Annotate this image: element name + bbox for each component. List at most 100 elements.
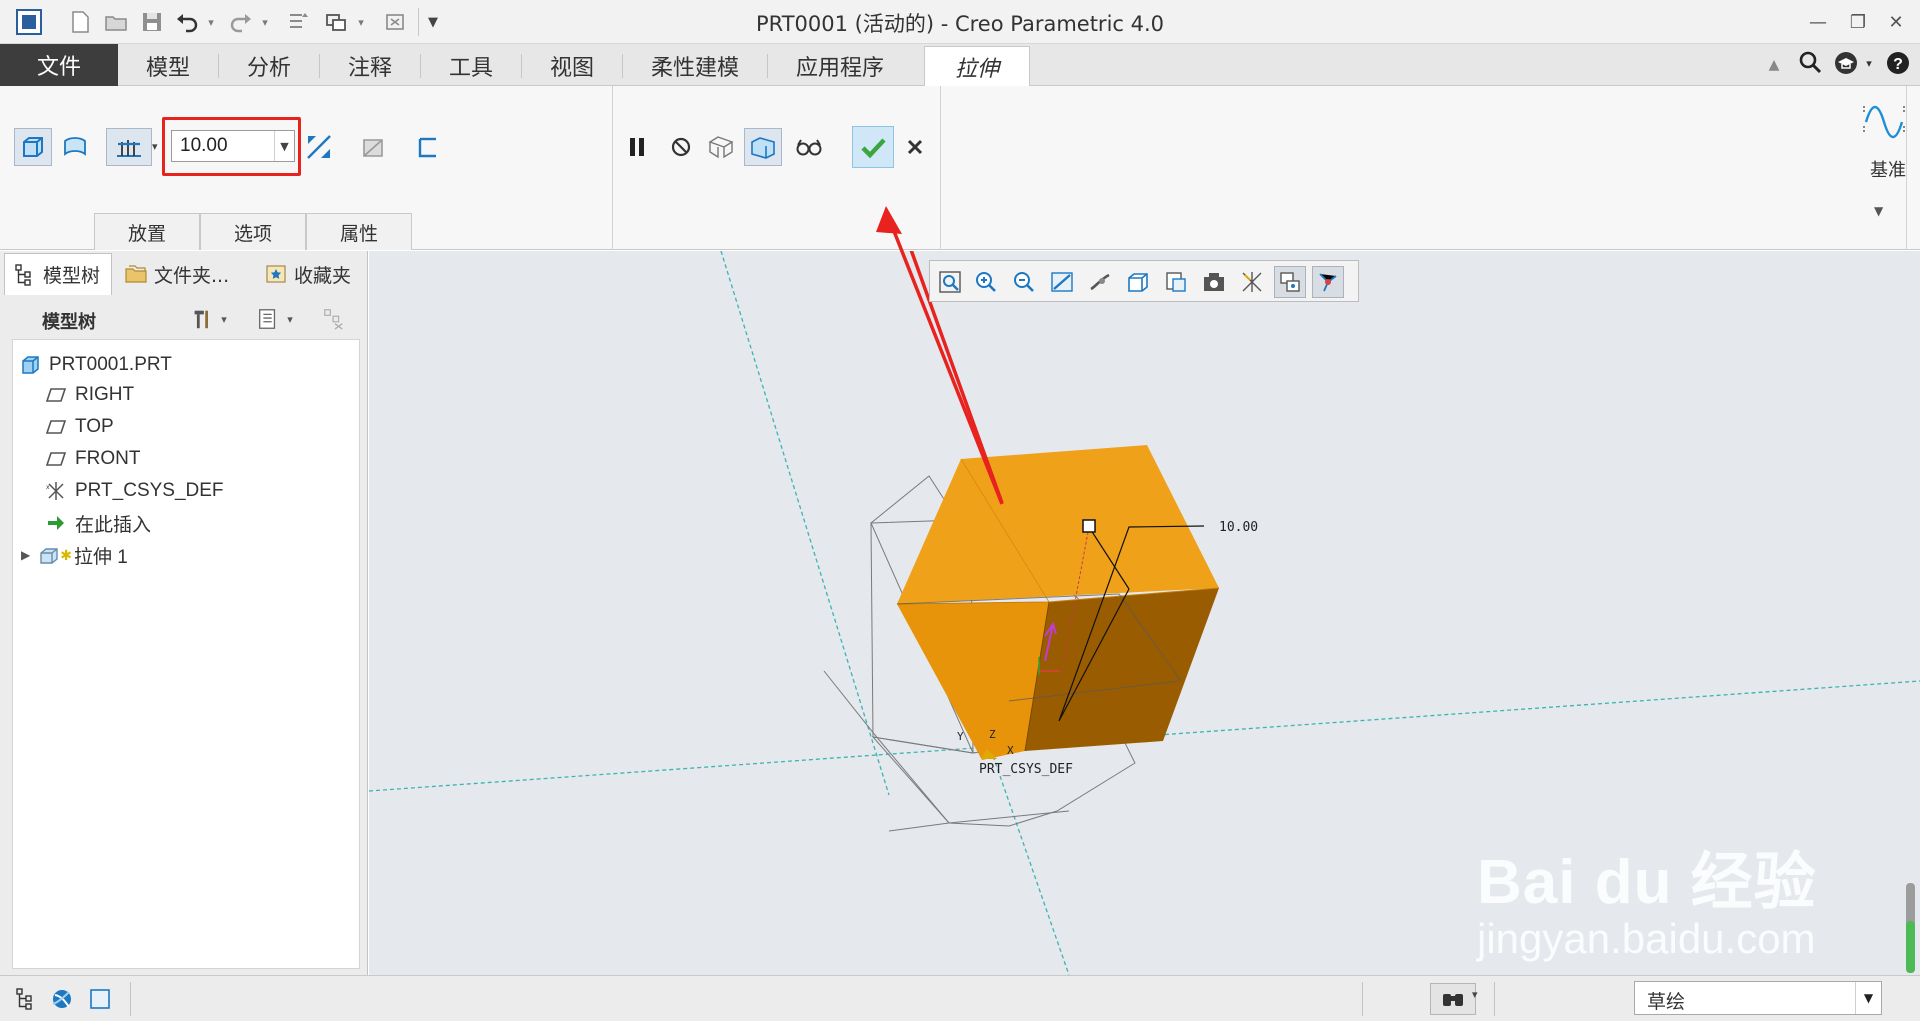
tab-extrude[interactable]: 拉伸 — [924, 46, 1030, 87]
tab-model[interactable]: 模型 — [118, 46, 218, 86]
datum-plane-icon — [45, 388, 67, 402]
annotation-arrow-head — [876, 206, 1004, 505]
restore-button[interactable]: ❐ — [1838, 6, 1878, 38]
tab-model-tree[interactable]: 模型树 — [4, 253, 112, 295]
axis-y-label: Y — [957, 730, 964, 743]
view-manager-icon[interactable] — [1198, 266, 1230, 298]
learning-connector-icon[interactable] — [1830, 48, 1862, 78]
zoom-out-icon[interactable] — [1008, 266, 1040, 298]
watermark-url: jingyan.baidu.com — [1477, 915, 1816, 962]
datum-dropdown-icon[interactable]: ▼ — [1874, 204, 1883, 218]
find-icon[interactable] — [1430, 983, 1476, 1015]
status-bar: ▾ 草绘 ▼ — [0, 975, 1920, 1021]
display-style-icon[interactable] — [1122, 266, 1154, 298]
help-icon[interactable]: ? — [1882, 48, 1914, 78]
extrude-solid-button[interactable] — [14, 128, 52, 166]
svg-text:?: ? — [1893, 56, 1903, 73]
flip-direction-button[interactable] — [300, 128, 338, 166]
tree-item-right-label: RIGHT — [75, 384, 135, 405]
status-separator — [130, 982, 131, 1016]
geometry-preview-icon[interactable] — [744, 128, 782, 166]
settings-tools-icon[interactable] — [188, 305, 216, 333]
ok-button[interactable] — [852, 126, 894, 168]
verify-mode-icon[interactable] — [790, 128, 828, 166]
remove-material-button[interactable] — [354, 128, 392, 166]
settings-dropdown-icon[interactable]: ▾ — [216, 305, 232, 333]
favorites-icon — [266, 265, 286, 283]
search-icon[interactable] — [1794, 48, 1826, 78]
graphics-viewport[interactable]: 10.00 Y Z X PRT_CSYS_DEF Bai du 经验 jingy… — [369, 251, 1920, 975]
show-dropdown-icon[interactable]: ▾ — [282, 305, 298, 333]
tab-file[interactable]: 文件 — [0, 44, 118, 86]
depth-type-dropdown-icon[interactable]: ▾ — [152, 140, 158, 153]
spin-center-icon[interactable] — [1312, 266, 1344, 298]
annotation-display-icon[interactable] — [1274, 266, 1306, 298]
tree-item-part-label: PRT0001.PRT — [49, 354, 172, 375]
tab-view[interactable]: 视图 — [522, 46, 622, 86]
part-icon — [22, 356, 39, 374]
saved-orientations-icon[interactable] — [1160, 266, 1192, 298]
navigator-panel: 模型树 文件夹... 收藏夹 模型树 ▾ ▾ PRT0001.PRT RIGHT — [0, 251, 368, 975]
geometry-preview-wire-icon[interactable] — [702, 128, 740, 166]
tab-folder-browser[interactable]: 文件夹... — [116, 253, 252, 295]
drag-handle[interactable] — [1082, 519, 1096, 533]
tab-options[interactable]: 选项 — [200, 213, 306, 250]
extrude-surface-button[interactable] — [56, 128, 94, 166]
depth-highlight-box — [162, 117, 301, 176]
ribbon-divider — [1906, 86, 1907, 250]
window-title: PRT0001 (活动的) - Creo Parametric 4.0 — [755, 12, 1165, 36]
viewport-scrollbar-indicator — [1906, 921, 1915, 973]
depth-blind-button[interactable] — [106, 128, 152, 166]
perspective-view-icon[interactable] — [1084, 266, 1116, 298]
tree-item-part[interactable]: PRT0001.PRT — [19, 350, 172, 380]
close-button[interactable]: ✕ — [1876, 6, 1916, 38]
filter-tree-icon[interactable] — [320, 305, 348, 333]
tree-item-top[interactable]: TOP — [45, 412, 114, 442]
tab-flexible-modeling[interactable]: 柔性建模 — [623, 46, 767, 86]
find-dropdown-icon[interactable]: ▾ — [1472, 988, 1478, 1001]
show-list-icon[interactable] — [254, 305, 282, 333]
show-browser-icon[interactable] — [46, 983, 78, 1015]
tab-favorites[interactable]: 收藏夹 — [256, 253, 364, 295]
thicken-sketch-button[interactable] — [408, 128, 446, 166]
minimize-button[interactable]: — — [1798, 6, 1838, 38]
datum-display-icon[interactable] — [1236, 266, 1268, 298]
extrude-feature-icon — [40, 548, 58, 564]
show-navigator-icon[interactable] — [10, 983, 42, 1015]
status-separator — [1362, 982, 1363, 1016]
tab-analysis[interactable]: 分析 — [219, 46, 319, 86]
datum-plane-icon — [45, 420, 67, 434]
no-preview-icon[interactable] — [662, 128, 700, 166]
dimension-value[interactable]: 10.00 — [1219, 520, 1258, 535]
repaint-icon[interactable] — [1046, 266, 1078, 298]
learning-dropdown-icon[interactable]: ▾ — [1862, 48, 1876, 78]
selection-filter-dropdown-icon[interactable]: ▼ — [1855, 982, 1881, 1014]
cancel-button[interactable] — [896, 128, 934, 166]
tree-item-insert-here[interactable]: 在此插入 — [45, 508, 151, 538]
solid-side-face — [1025, 588, 1219, 751]
tab-properties[interactable]: 属性 — [306, 213, 412, 250]
insert-arrow-icon — [48, 516, 64, 530]
full-screen-icon[interactable] — [84, 983, 116, 1015]
selection-filter-value: 草绘 — [1647, 991, 1686, 1013]
tree-item-extrude-1[interactable]: ▶ ✱ 拉伸 1 — [21, 540, 128, 570]
pause-icon[interactable] — [618, 128, 656, 166]
tab-tools[interactable]: 工具 — [421, 46, 521, 86]
model-tree-toolbar: 模型树 ▾ ▾ — [8, 299, 360, 339]
tree-item-csys[interactable]: x PRT_CSYS_DEF — [45, 476, 224, 506]
datum-curve-icon[interactable] — [1862, 96, 1906, 140]
title-bar: ▾ ▾ ▾ ▼ PRT0001 (活动的) - Creo Parametric … — [0, 0, 1920, 44]
tab-placement[interactable]: 放置 — [94, 213, 200, 250]
minimize-ribbon-icon[interactable]: ▲ — [1764, 50, 1784, 80]
tree-item-right[interactable]: RIGHT — [45, 380, 134, 410]
ribbon-tab-bar: 文件 模型 分析 注释 工具 视图 柔性建模 应用程序 拉伸 ▲ ▾ ? — [0, 44, 1920, 87]
svg-text:x: x — [46, 484, 50, 491]
tree-item-front[interactable]: FRONT — [45, 444, 140, 474]
tab-annotate[interactable]: 注释 — [320, 46, 420, 86]
ribbon-divider — [612, 86, 613, 250]
datum-group-label[interactable]: 基准 — [1858, 156, 1918, 182]
selection-filter-select[interactable]: 草绘 ▼ — [1634, 981, 1882, 1015]
tab-favorites-label: 收藏夹 — [294, 264, 352, 287]
expand-arrow-icon[interactable]: ▶ — [21, 548, 30, 562]
tab-applications[interactable]: 应用程序 — [768, 46, 912, 86]
